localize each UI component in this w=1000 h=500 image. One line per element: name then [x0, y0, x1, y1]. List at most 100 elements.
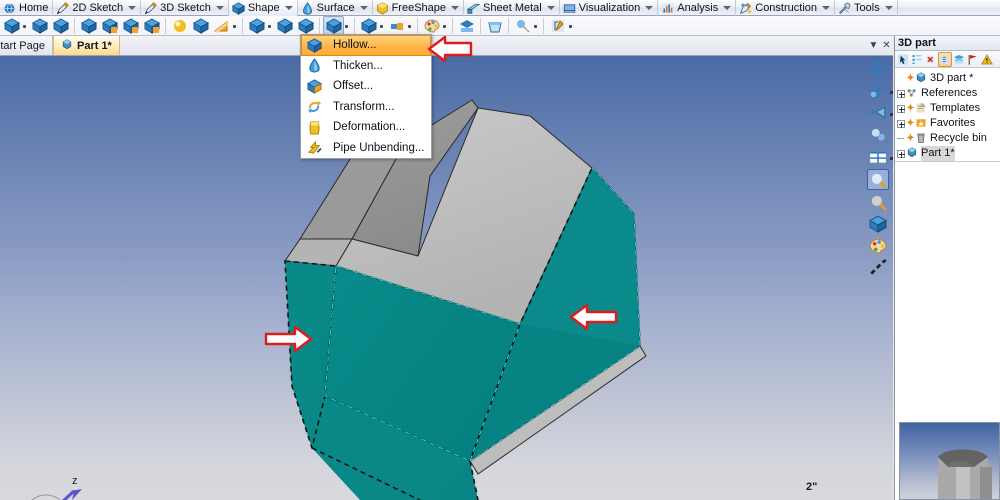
thread-button[interactable]: [386, 16, 407, 35]
expand-tree-button[interactable]: [910, 52, 924, 67]
menu-item-hollow[interactable]: Hollow...: [301, 35, 431, 56]
chevron-down-icon[interactable]: [127, 0, 137, 16]
expand-toggle-icon[interactable]: [895, 146, 906, 161]
extrude-button[interactable]: [1, 16, 22, 35]
ribbon-tab-label: Construction: [755, 2, 818, 14]
chevron-down-icon[interactable]: [722, 0, 732, 16]
dropdown-arrow-icon[interactable]: [889, 113, 893, 117]
boolean-union-button[interactable]: [78, 16, 99, 35]
sphere-primitive-button[interactable]: [169, 16, 190, 35]
ribbon-tab-construction[interactable]: Construction: [736, 0, 836, 16]
chamfer-button[interactable]: [274, 16, 295, 35]
pan-tool[interactable]: [867, 59, 889, 79]
render-style-tool[interactable]: [867, 214, 889, 234]
boolean-subtract-button[interactable]: [99, 16, 120, 35]
tree-node-part-1[interactable]: Part 1*: [895, 146, 1000, 161]
delete-node-button[interactable]: [924, 52, 938, 67]
dropdown-arrow-icon[interactable]: [267, 16, 274, 35]
tree-node-3d-part[interactable]: ✦ 3D part *: [895, 71, 1000, 86]
menu-item-thicken[interactable]: Thicken...: [301, 55, 431, 76]
boolean-intersect-button[interactable]: [120, 16, 141, 35]
dropdown-arrow-icon[interactable]: [232, 16, 239, 35]
ribbon-tab-analysis[interactable]: Analysis: [658, 0, 737, 16]
document-tab-part-1[interactable]: Part 1*: [52, 36, 120, 55]
chevron-down-icon[interactable]: [284, 0, 293, 16]
dropdown-arrow-icon[interactable]: [379, 16, 386, 35]
box-primitive-button[interactable]: [190, 16, 211, 35]
ribbon-tab-surface[interactable]: Surface: [298, 0, 373, 16]
model-solid[interactable]: [284, 99, 647, 500]
tab-list-dropdown-button[interactable]: ▼: [867, 36, 880, 55]
3d-model-canvas[interactable]: z y x: [0, 56, 893, 500]
dropdown-arrow-icon[interactable]: [533, 16, 540, 35]
rotate-tool[interactable]: [867, 81, 893, 101]
section-button[interactable]: [456, 16, 477, 35]
chevron-down-icon[interactable]: [884, 0, 893, 16]
expand-toggle-icon[interactable]: [895, 101, 906, 116]
ribbon-tab-2d-sketch[interactable]: 2D Sketch: [53, 0, 142, 16]
measure-button[interactable]: [512, 16, 533, 35]
document-tab-start-page[interactable]: Start Page: [0, 36, 53, 55]
ribbon-tab-tools[interactable]: Tools: [835, 0, 898, 16]
boolean-split-button[interactable]: [141, 16, 162, 35]
shell-button[interactable]: [484, 16, 505, 35]
window-layout-tool[interactable]: [867, 147, 893, 167]
dropdown-arrow-icon[interactable]: [889, 157, 893, 161]
chevron-down-icon[interactable]: [359, 0, 368, 16]
expand-toggle-icon[interactable]: [895, 86, 906, 101]
tree-node-favorites[interactable]: ✦ Favorites: [895, 116, 1000, 131]
feature-edit-button[interactable]: [547, 16, 568, 35]
color-tool[interactable]: [867, 236, 889, 256]
pattern-button[interactable]: [358, 16, 379, 35]
model-tree[interactable]: ✦ 3D part * References ✦ Templates ✦ Favorites…: [895, 68, 1000, 161]
dropdown-arrow-icon[interactable]: [344, 16, 351, 35]
close-icon[interactable]: ✕: [880, 36, 893, 55]
menu-item-offset[interactable]: Offset...: [301, 76, 431, 97]
dropdown-arrow-icon[interactable]: [22, 16, 29, 35]
chevron-down-icon[interactable]: [450, 0, 460, 16]
tree-node-templates[interactable]: ✦ Templates: [895, 101, 1000, 116]
select-mode-button[interactable]: [896, 52, 910, 67]
dropdown-arrow-icon[interactable]: [442, 16, 449, 35]
chevron-down-icon[interactable]: [644, 0, 654, 16]
dropdown-arrow-icon[interactable]: [889, 91, 893, 95]
ribbon-tab-3d-sketch[interactable]: 3D Sketch: [141, 0, 229, 16]
fillet-button[interactable]: [246, 16, 267, 35]
ribbon-tab-visualization[interactable]: Visualization: [560, 0, 659, 16]
flag-button[interactable]: [966, 52, 980, 67]
chevron-down-icon[interactable]: [821, 0, 831, 16]
dropdown-arrow-icon[interactable]: [568, 16, 575, 35]
wedge-primitive-button[interactable]: [211, 16, 232, 35]
tree-node-recycle-bin[interactable]: ✦ Recycle bin: [895, 131, 1000, 146]
order-node-button[interactable]: [938, 51, 952, 67]
layers-button[interactable]: [952, 52, 966, 67]
ribbon-tab-freeshape[interactable]: FreeShape: [373, 0, 465, 16]
toolbar-separator: [417, 17, 418, 34]
appearance-button[interactable]: [421, 16, 442, 35]
revolve-button[interactable]: [29, 16, 50, 35]
expand-toggle-icon[interactable]: [895, 116, 906, 131]
ribbon-tab-sheet-metal[interactable]: Sheet Metal: [464, 0, 560, 16]
ribbon-tab-home[interactable]: Home: [0, 0, 54, 16]
shape-dropdown-menu[interactable]: Hollow... Thicken... Offset... Transform...…: [300, 34, 432, 159]
axis-triad-gizmo[interactable]: z y x: [12, 475, 82, 500]
menu-item-transform[interactable]: Transform...: [301, 96, 431, 117]
preview-thumbnail[interactable]: [899, 422, 1000, 500]
hollow-button[interactable]: [323, 16, 344, 35]
chevron-down-icon[interactable]: [215, 0, 224, 16]
draft-button[interactable]: [295, 16, 316, 35]
zoom-all-tool[interactable]: [867, 192, 889, 212]
tree-node-references[interactable]: References: [895, 86, 1000, 101]
view-direction-tool[interactable]: [867, 103, 893, 123]
ribbon-tab-shape[interactable]: Shape: [228, 0, 298, 16]
chevron-down-icon[interactable]: [546, 0, 555, 16]
more-tools[interactable]: [867, 258, 889, 278]
warning-button[interactable]: [980, 52, 994, 67]
zoom-target-tool[interactable]: [867, 125, 889, 145]
menu-item-pipe-unbending[interactable]: Pipe Unbending...: [301, 137, 431, 158]
menu-item-deformation[interactable]: Deformation...: [301, 117, 431, 138]
dropdown-arrow-icon[interactable]: [407, 16, 414, 35]
sweep-button[interactable]: [50, 16, 71, 35]
zoom-window-tool[interactable]: [866, 169, 889, 190]
3d-viewport[interactable]: z y x: [0, 56, 893, 500]
